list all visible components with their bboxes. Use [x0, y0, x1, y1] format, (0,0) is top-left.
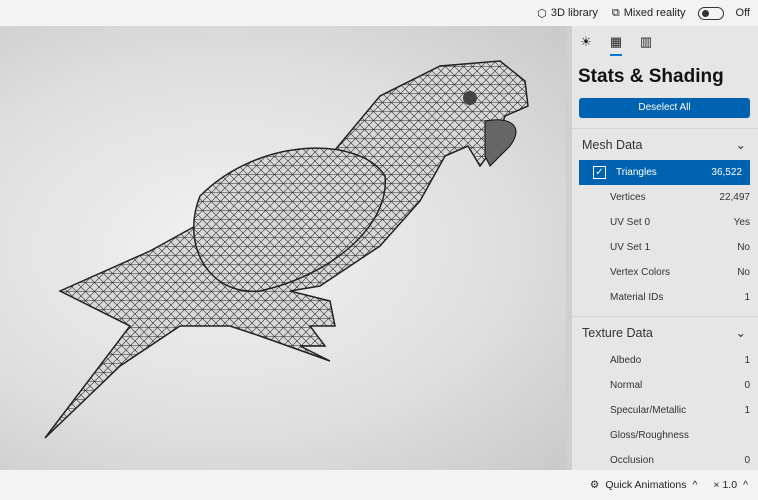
texture-row[interactable]: Albedo 1: [572, 348, 758, 373]
cube-icon: ⬡: [537, 7, 547, 20]
chevron-down-icon: ⌄: [735, 138, 746, 152]
panel-title: Stats & Shading: [578, 66, 724, 87]
mixed-reality-icon: ⧉: [611, 6, 620, 19]
mesh-row[interactable]: Vertices 22,497: [572, 185, 758, 210]
texture-row[interactable]: Gloss/Roughness: [572, 423, 758, 448]
texture-data-header[interactable]: Texture Data ⌄: [572, 316, 758, 348]
lighting-icon[interactable]: ☀: [578, 34, 594, 50]
texture-row[interactable]: Specular/Metallic 1: [572, 398, 758, 423]
quick-animations-button[interactable]: Quick Animations: [605, 479, 686, 491]
stats-icon[interactable]: ▦: [608, 34, 624, 56]
panel-tabs: ☀ ▦ ▥: [572, 26, 758, 56]
top-bar: ⬡ 3D library ⧉ Mixed reality Off: [0, 0, 758, 26]
mesh-row-triangles[interactable]: ✓ Triangles 36,522: [579, 160, 750, 185]
bottom-bar: ⚙ Quick Animations ^ × 1.0 ^: [0, 470, 758, 500]
parrot-model: [44, 60, 529, 439]
mesh-row[interactable]: Material IDs 1: [572, 285, 758, 310]
mesh-row[interactable]: UV Set 1 No: [572, 235, 758, 260]
3d-library-button[interactable]: ⬡ 3D library: [537, 7, 598, 20]
animation-icon: ⚙: [589, 479, 600, 491]
checkbox-checked-icon[interactable]: ✓: [593, 166, 606, 179]
mesh-row[interactable]: UV Set 0 Yes: [572, 210, 758, 235]
chevron-up-icon[interactable]: ^: [743, 479, 748, 491]
toggle-state: Off: [735, 7, 750, 19]
speed-button[interactable]: × 1.0: [713, 479, 737, 491]
3d-viewport[interactable]: [0, 26, 566, 470]
texture-row[interactable]: Normal 0: [572, 373, 758, 398]
deselect-all-button[interactable]: Deselect All: [579, 98, 750, 118]
grid-icon[interactable]: ▥: [638, 34, 654, 50]
chevron-down-icon: ⌄: [735, 326, 746, 340]
side-panel: ☀ ▦ ▥ Stats & Shading Deselect All Mesh …: [566, 26, 758, 470]
mixed-reality-button[interactable]: ⧉ Mixed reality: [612, 7, 686, 20]
mixed-reality-toggle[interactable]: [697, 6, 724, 20]
mesh-data-header[interactable]: Mesh Data ⌄: [572, 128, 758, 160]
mesh-row[interactable]: Vertex Colors No: [572, 260, 758, 285]
chevron-up-icon[interactable]: ^: [692, 479, 697, 491]
